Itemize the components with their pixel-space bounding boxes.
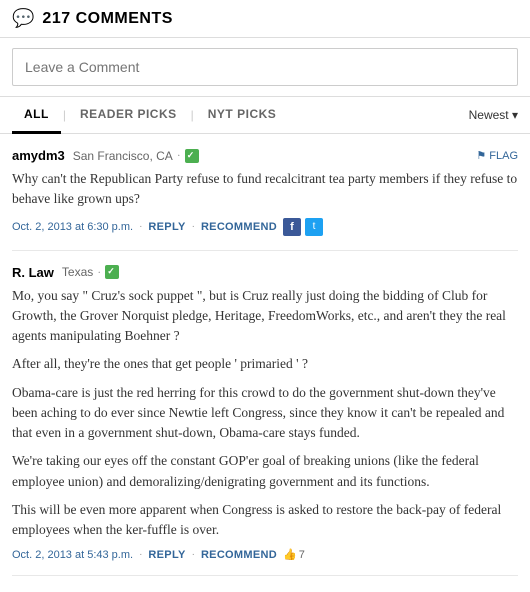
comment-author-2: R. Law (12, 265, 54, 280)
flag-icon-1: ⚑ (476, 149, 486, 162)
comments-list: amydm3 San Francisco, CA · ⚑ FLAG Why ca… (0, 134, 530, 576)
sort-control[interactable]: Newest ▾ (469, 108, 518, 122)
comment-para-2-2: Obama-care is just the red herring for t… (12, 383, 518, 444)
comment-meta-2: R. Law Texas · (12, 265, 518, 280)
comments-header: 💬 217 COMMENTS (0, 0, 530, 38)
comment-body-1: Why can't the Republican Party refuse to… (12, 169, 518, 210)
comment-meta-1: amydm3 San Francisco, CA · ⚑ FLAG (12, 148, 518, 163)
recommend-count-2: 👍 7 (283, 548, 305, 561)
comment-location-1: San Francisco, CA (73, 149, 173, 163)
verified-badge-1 (185, 149, 199, 163)
comments-title: 217 COMMENTS (42, 10, 172, 28)
twitter-icon-1[interactable]: t (305, 218, 323, 236)
verified-badge-2 (105, 265, 119, 279)
facebook-icon-1[interactable]: f (283, 218, 301, 236)
comment-para-2-4: This will be even more apparent when Con… (12, 500, 518, 541)
comment-author-1: amydm3 (12, 148, 65, 163)
flag-button-1[interactable]: ⚑ FLAG (476, 149, 518, 162)
tab-nyt-picks[interactable]: NYT PICKS (196, 97, 289, 134)
comment-input-wrap (0, 38, 530, 97)
recommend-number-2: 7 (299, 549, 305, 561)
comment-dot-2: · (97, 265, 101, 280)
comment-1: amydm3 San Francisco, CA · ⚑ FLAG Why ca… (12, 134, 518, 251)
footer-dot-2b: · (192, 549, 195, 560)
comment-footer-2: Oct. 2, 2013 at 5:43 p.m. · REPLY · RECO… (12, 548, 518, 561)
comment-body-2: Mo, you say " Cruz's sock puppet ", but … (12, 286, 518, 541)
comment-2: R. Law Texas · Mo, you say " Cruz's sock… (12, 251, 518, 577)
tabs-bar: ALL | READER PICKS | NYT PICKS Newest ▾ (0, 97, 530, 134)
tab-reader-picks[interactable]: READER PICKS (68, 97, 189, 134)
reply-button-2[interactable]: REPLY (148, 549, 185, 561)
comment-location-2: Texas (62, 265, 93, 279)
comment-dot-1: · (177, 148, 181, 163)
comment-para-2-0: Mo, you say " Cruz's sock puppet ", but … (12, 286, 518, 347)
comments-icon: 💬 (12, 8, 34, 29)
footer-dot-1b: · (192, 221, 195, 232)
reply-button-1[interactable]: REPLY (148, 221, 185, 233)
comment-para-2-3: We're taking our eyes off the constant G… (12, 451, 518, 492)
social-icons-1: f t (283, 218, 323, 236)
footer-dot-1a: · (139, 221, 142, 232)
tab-divider-1: | (61, 108, 68, 122)
comment-footer-1: Oct. 2, 2013 at 6:30 p.m. · REPLY · RECO… (12, 218, 518, 236)
recommend-button-2[interactable]: RECOMMEND (201, 549, 277, 561)
footer-dot-2a: · (139, 549, 142, 560)
tab-all[interactable]: ALL (12, 97, 61, 134)
thumbs-icon-2: 👍 (283, 548, 297, 561)
tab-divider-2: | (189, 108, 196, 122)
flag-label-1: FLAG (489, 150, 518, 162)
comment-para-2-1: After all, they're the ones that get peo… (12, 354, 518, 374)
comment-input[interactable] (12, 48, 518, 86)
recommend-button-1[interactable]: RECOMMEND (201, 221, 277, 233)
comment-para-1-0: Why can't the Republican Party refuse to… (12, 169, 518, 210)
comment-date-2: Oct. 2, 2013 at 5:43 p.m. (12, 549, 133, 561)
comment-date-1: Oct. 2, 2013 at 6:30 p.m. (12, 221, 133, 233)
